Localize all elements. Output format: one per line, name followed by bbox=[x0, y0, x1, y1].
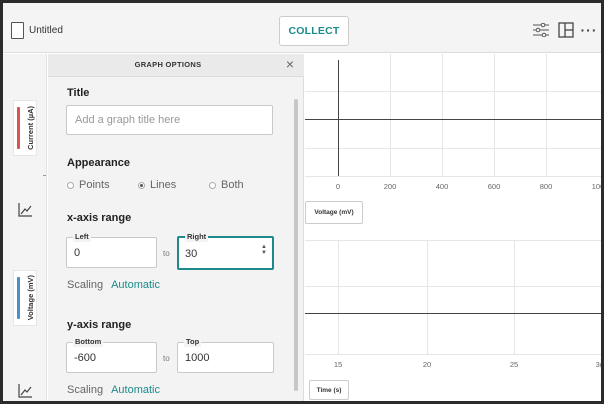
more-options-icon[interactable]: ··· bbox=[580, 21, 598, 39]
appearance-label: Appearance bbox=[67, 157, 130, 169]
sensor-tab-current[interactable]: Current (µA) bbox=[13, 100, 37, 156]
layout-icon[interactable] bbox=[556, 21, 576, 39]
y-range-label: y-axis range bbox=[67, 319, 132, 331]
x-left-value: 0 bbox=[74, 247, 81, 259]
x-left-label: Left bbox=[73, 232, 91, 242]
x-scaling: Scaling Automatic bbox=[67, 279, 160, 291]
close-icon[interactable]: × bbox=[286, 56, 294, 72]
x-scaling-automatic[interactable]: Automatic bbox=[111, 279, 160, 291]
x-tick: 25 bbox=[509, 360, 519, 369]
title-section-label: Title bbox=[67, 87, 90, 99]
document-title[interactable]: Untitled bbox=[29, 25, 63, 36]
panel-header: GRAPH OPTIONS × bbox=[48, 54, 304, 77]
x-tick: 600 bbox=[487, 182, 501, 191]
stepper-icon[interactable]: ▲ ▼ bbox=[261, 244, 267, 256]
y-top-field[interactable]: Top 1000 bbox=[177, 337, 274, 373]
x-right-value: 30 bbox=[185, 248, 198, 260]
radio-circle-selected bbox=[138, 181, 145, 189]
graph-title-input[interactable]: Add a graph title here bbox=[66, 105, 273, 135]
top-toolbar: Untitled COLLECT ··· bbox=[3, 3, 601, 53]
radio-points[interactable]: Points bbox=[67, 179, 110, 191]
radio-both[interactable]: Both bbox=[209, 179, 244, 191]
y-top-label: Top bbox=[184, 337, 202, 347]
sensor-sidebar: Current (µA) Voltage (mV) bbox=[3, 54, 47, 401]
graph-area: 0 200 400 600 800 100 Voltage (mV) 15 20… bbox=[305, 54, 601, 401]
panel-title: GRAPH OPTIONS bbox=[134, 60, 202, 69]
data-line bbox=[305, 313, 601, 314]
sensor-label: Voltage (mV) bbox=[25, 275, 35, 321]
collect-button[interactable]: COLLECT bbox=[279, 16, 349, 46]
y-axis-line bbox=[338, 60, 339, 176]
y-bottom-value: -600 bbox=[74, 352, 97, 364]
graph-icon[interactable] bbox=[17, 383, 33, 399]
sensor-color-bar bbox=[17, 277, 20, 319]
x-tick: 20 bbox=[422, 360, 432, 369]
radio-circle bbox=[209, 181, 216, 189]
sliders-icon[interactable] bbox=[531, 21, 551, 39]
x-tick: 800 bbox=[539, 182, 553, 191]
x-right-field[interactable]: Right 30 ▲ ▼ bbox=[177, 232, 274, 270]
y-top-value: 1000 bbox=[185, 352, 210, 364]
x-tick: 200 bbox=[383, 182, 397, 191]
y-scaling-automatic[interactable]: Automatic bbox=[111, 384, 160, 396]
graph-options-panel: GRAPH OPTIONS × Title Add a graph title … bbox=[48, 54, 304, 401]
y-scaling: Scaling Automatic bbox=[67, 384, 160, 396]
x-axis-sensor-button[interactable]: Time (s) bbox=[309, 380, 349, 400]
sensor-tab-voltage[interactable]: Voltage (mV) bbox=[13, 270, 37, 326]
x-tick: 0 bbox=[335, 182, 341, 191]
x-tick: 3( bbox=[595, 360, 601, 369]
graph-icon[interactable] bbox=[17, 202, 33, 218]
panel-body: Title Add a graph title here Appearance … bbox=[48, 78, 304, 401]
y-bottom-label: Bottom bbox=[73, 337, 104, 347]
app-window: Untitled COLLECT ··· Current (µA) Voltag… bbox=[3, 3, 601, 401]
y-bottom-field[interactable]: Bottom -600 bbox=[66, 337, 157, 373]
panel-scrollbar[interactable] bbox=[294, 99, 298, 391]
sensor-color-bar bbox=[17, 107, 20, 149]
radio-lines[interactable]: Lines bbox=[138, 179, 176, 191]
x-tick: 15 bbox=[333, 360, 343, 369]
sensor-label: Current (µA) bbox=[25, 106, 35, 150]
x-left-field[interactable]: Left 0 bbox=[66, 232, 157, 268]
document-icon bbox=[11, 22, 24, 39]
x-tick: 400 bbox=[435, 182, 449, 191]
radio-circle bbox=[67, 181, 74, 189]
x-range-label: x-axis range bbox=[67, 212, 132, 224]
to-label: to bbox=[163, 354, 170, 363]
x-tick: 100 bbox=[591, 182, 601, 191]
to-label: to bbox=[163, 249, 170, 258]
x-axis-sensor-button[interactable]: Voltage (mV) bbox=[305, 201, 363, 224]
data-line bbox=[305, 119, 601, 120]
x-right-label: Right bbox=[185, 232, 209, 242]
